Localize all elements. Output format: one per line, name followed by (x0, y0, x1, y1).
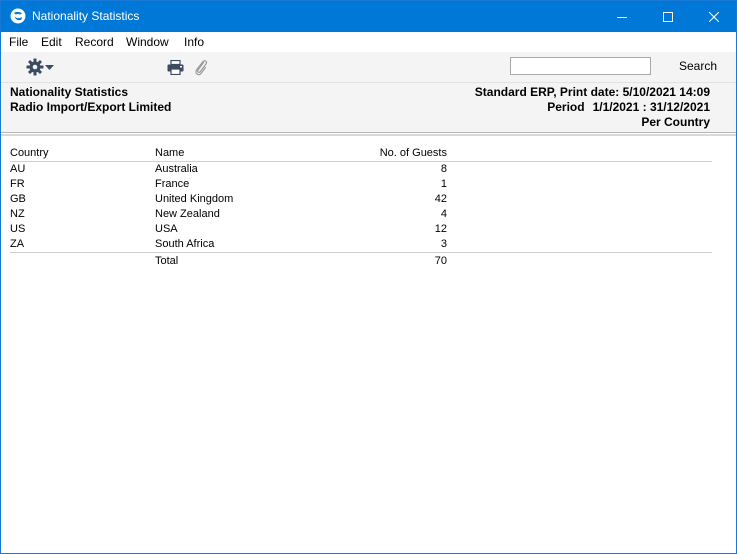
country-name: Australia (155, 163, 198, 175)
table-row[interactable]: GB United Kingdom 42 (10, 192, 712, 207)
table-row[interactable]: ZA South Africa 3 (10, 237, 712, 252)
column-header-name: Name (155, 147, 185, 159)
report-table: Country Name No. of Guests AU Australia … (10, 146, 712, 268)
country-name: USA (155, 223, 178, 235)
total-row: Total 70 (10, 252, 712, 268)
menu-bar: File Edit Record Window Info (1, 32, 736, 52)
minimize-icon (617, 16, 627, 18)
total-value: 70 (434, 255, 447, 267)
app-logo-icon (10, 8, 26, 24)
report-window: Nationality Statistics File Edit Record … (0, 0, 737, 554)
table-row[interactable]: AU Australia 8 (10, 162, 712, 177)
title-bar[interactable]: Nationality Statistics (1, 1, 736, 32)
printer-icon[interactable] (167, 60, 184, 75)
guest-count: 1 (440, 178, 447, 190)
table-row[interactable]: FR France 1 (10, 177, 712, 192)
country-code: AU (10, 163, 26, 175)
country-name: New Zealand (155, 208, 220, 220)
menu-edit[interactable]: Edit (41, 35, 62, 49)
chevron-down-icon[interactable] (45, 65, 54, 70)
grouping-label: Per Country (641, 115, 710, 129)
country-code: NZ (10, 208, 25, 220)
country-name: United Kingdom (155, 193, 234, 205)
close-button[interactable] (691, 1, 737, 32)
country-name: South Africa (155, 238, 215, 250)
guest-count: 4 (440, 208, 447, 220)
report-header: Nationality Statistics Radio Import/Expo… (1, 83, 736, 133)
table-header: Country Name No. of Guests (10, 146, 712, 162)
paperclip-icon[interactable] (194, 59, 208, 76)
search-button[interactable]: Search (671, 56, 725, 76)
close-icon (709, 11, 719, 22)
table-row[interactable]: US USA 12 (10, 222, 712, 237)
menu-window[interactable]: Window (126, 35, 169, 49)
report-title: Nationality Statistics (10, 85, 129, 99)
maximize-icon (663, 11, 673, 22)
menu-info[interactable]: Info (184, 35, 204, 49)
menu-record[interactable]: Record (75, 35, 114, 49)
window-title: Nationality Statistics (32, 9, 140, 23)
country-code: US (10, 223, 26, 235)
country-code: GB (10, 193, 26, 205)
column-header-country: Country (10, 147, 49, 159)
country-code: ZA (10, 238, 25, 250)
company-name: Radio Import/Export Limited (10, 100, 172, 114)
column-header-guests: No. of Guests (379, 147, 447, 159)
guest-count: 12 (434, 223, 447, 235)
country-name: France (155, 178, 190, 190)
total-label: Total (155, 255, 179, 267)
table-row[interactable]: NZ New Zealand 4 (10, 207, 712, 222)
menu-file[interactable]: File (9, 35, 28, 49)
period-value: 1/1/2021 : 31/12/2021 (592, 100, 710, 114)
guest-count: 3 (440, 238, 447, 250)
country-code: FR (10, 178, 25, 190)
gear-icon[interactable] (26, 58, 44, 76)
guest-count: 8 (440, 163, 447, 175)
guest-count: 42 (434, 193, 447, 205)
search-input[interactable] (510, 57, 651, 75)
minimize-button[interactable] (599, 1, 645, 32)
period-line: Period 1/1/2021 : 31/12/2021 (547, 100, 710, 114)
toolbar: Search (1, 52, 736, 83)
print-info: Standard ERP, Print date: 5/10/2021 14:0… (474, 85, 710, 99)
header-divider (1, 134, 736, 136)
period-label: Period (547, 100, 585, 114)
maximize-button[interactable] (645, 1, 691, 32)
